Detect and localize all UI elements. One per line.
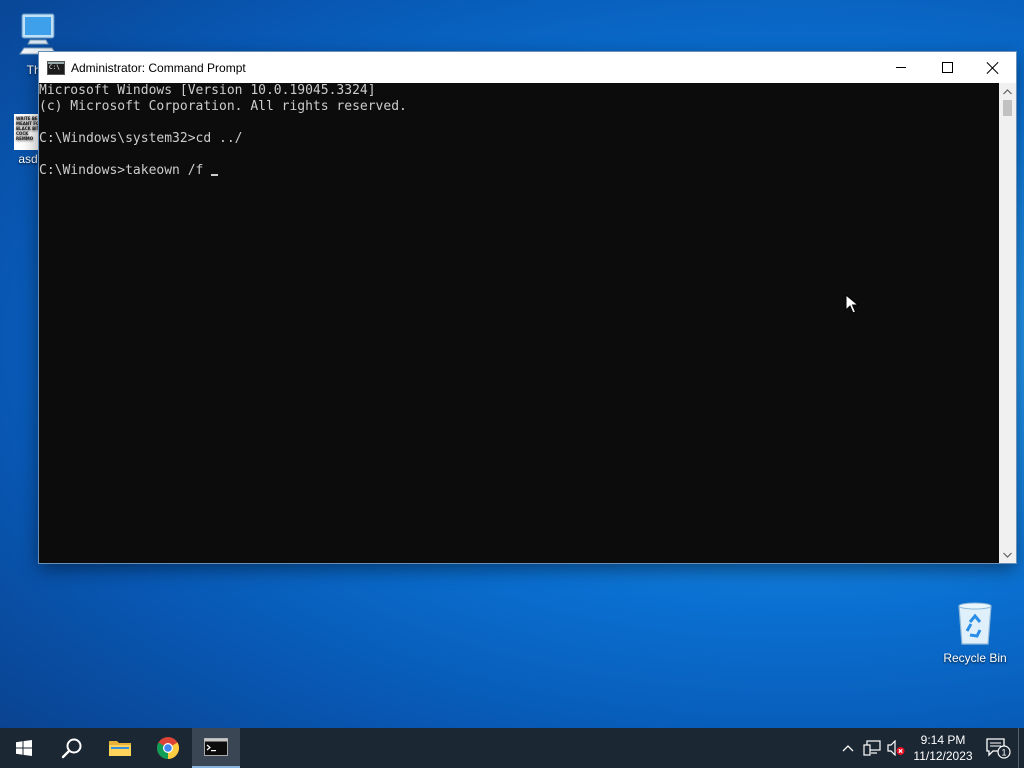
console-line: (c) Microsoft Corporation. All rights re… — [39, 99, 407, 114]
chrome-button[interactable] — [144, 728, 192, 768]
cmd-icon — [204, 738, 228, 756]
cmd-icon — [47, 60, 65, 75]
network-icon — [863, 740, 881, 756]
notification-icon: 1 — [986, 738, 1011, 759]
taskbar: 9:14 PM 11/12/2023 1 — [0, 728, 1024, 768]
desktop-icon-label: Recycle Bin — [943, 651, 1007, 665]
folder-icon — [109, 741, 131, 756]
scroll-up-button[interactable] — [999, 83, 1016, 100]
chevron-up-icon — [1003, 88, 1012, 94]
windows-logo-icon — [16, 740, 32, 756]
minimize-icon — [896, 67, 906, 68]
close-icon — [987, 62, 999, 74]
scroll-down-button[interactable] — [999, 546, 1016, 563]
chevron-down-icon — [1003, 552, 1012, 558]
recycle-bin-icon — [958, 602, 992, 645]
console-line: Microsoft Windows [Version 10.0.19045.33… — [39, 83, 376, 98]
volume-muted-icon — [887, 740, 905, 756]
maximize-icon — [941, 62, 953, 73]
document-thumb-text: WRITE BE MEANT FO BLACK BIT COCK REMMO — [16, 116, 40, 141]
console-line: C:\Windows\system32>cd ../ — [39, 131, 243, 146]
console-prompt-text: C:\Windows>takeown /f — [39, 163, 212, 178]
window-title: Administrator: Command Prompt — [71, 60, 246, 75]
title-bar[interactable]: Administrator: Command Prompt — [39, 52, 1016, 83]
search-icon — [61, 738, 82, 759]
system-tray: 9:14 PM 11/12/2023 1 — [836, 728, 1024, 768]
desktop-icon-recycle-bin[interactable]: Recycle Bin — [939, 600, 1011, 665]
console-output[interactable]: Microsoft Windows [Version 10.0.19045.33… — [39, 83, 999, 563]
notification-count: 1 — [1001, 748, 1006, 758]
action-center-button[interactable]: 1 — [978, 728, 1018, 768]
document-icon: WRITE BE MEANT FO BLACK BIT COCK REMMO — [14, 114, 42, 150]
clock-date: 11/12/2023 — [913, 749, 973, 763]
desktop: This WRITE BE MEANT FO BLACK BIT COCK RE… — [0, 0, 1024, 768]
volume-button[interactable] — [884, 728, 908, 768]
minimize-button[interactable] — [878, 52, 924, 83]
maximize-button[interactable] — [924, 52, 970, 83]
start-button[interactable] — [0, 728, 48, 768]
command-prompt-window[interactable]: Administrator: Command Prompt Microsoft … — [39, 52, 1016, 563]
command-prompt-taskbar-button[interactable] — [192, 728, 240, 768]
clock-button[interactable]: 9:14 PM 11/12/2023 — [908, 732, 978, 764]
caption-buttons — [878, 52, 1016, 83]
close-button[interactable] — [970, 52, 1016, 83]
console-input-line[interactable]: C:\Windows>takeown /f — [39, 163, 999, 179]
network-button[interactable] — [860, 728, 884, 768]
scroll-thumb[interactable] — [1003, 100, 1012, 116]
chrome-icon — [157, 737, 179, 759]
clock-time: 9:14 PM — [920, 733, 966, 747]
search-button[interactable] — [48, 728, 96, 768]
chevron-up-icon — [842, 745, 854, 752]
show-hidden-icons-button[interactable] — [836, 728, 860, 768]
this-pc-icon — [19, 13, 57, 55]
mouse-pointer-icon — [845, 294, 859, 314]
text-cursor — [211, 174, 219, 176]
show-desktop-button[interactable] — [1018, 728, 1024, 768]
vertical-scrollbar[interactable] — [999, 83, 1016, 563]
file-explorer-button[interactable] — [96, 728, 144, 768]
